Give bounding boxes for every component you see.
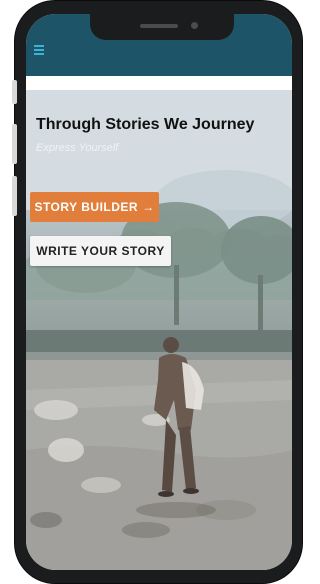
hero-subtitle: Express Yourself [36, 142, 119, 154]
story-builder-label: STORY BUILDER [34, 200, 139, 214]
write-your-story-button[interactable]: WRITE YOUR STORY [30, 236, 171, 266]
volume-down-button [12, 176, 17, 216]
arrow-right-icon: → [142, 200, 155, 214]
phone-screen: Through Stories We Journey Express Yours… [26, 14, 292, 570]
hero-background-image [26, 90, 292, 570]
phone-frame: Through Stories We Journey Express Yours… [15, 1, 302, 583]
home-indicator [116, 560, 202, 564]
speaker-grille [140, 24, 178, 28]
silent-switch [12, 80, 17, 104]
write-story-label: WRITE YOUR STORY [36, 244, 165, 258]
camera-icon [191, 22, 198, 29]
hamburger-menu-icon[interactable] [34, 45, 44, 55]
hero-section: Through Stories We Journey Express Yours… [26, 90, 292, 570]
volume-up-button [12, 124, 17, 164]
phone-notch [90, 14, 234, 40]
hero-title: Through Stories We Journey [36, 116, 255, 133]
story-builder-button[interactable]: STORY BUILDER → [30, 192, 159, 222]
